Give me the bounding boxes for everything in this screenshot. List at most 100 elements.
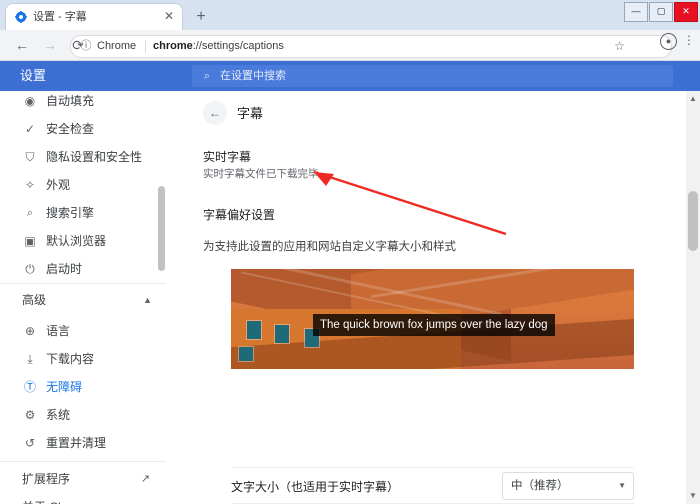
chevron-up-icon: ▲ [143, 295, 152, 305]
sidebar-item-search-engine[interactable]: ⌕ 搜索引擎 [0, 199, 166, 227]
sidebar-item-system[interactable]: ⚙ 系统 [0, 401, 166, 429]
caption-preferences-description: 为支持此设置的应用和网站自定义字幕大小和样式 [203, 241, 456, 253]
caption-preview: The quick brown fox jumps over the lazy … [231, 269, 634, 369]
sidebar-item-label: 扩展程序 [22, 472, 71, 486]
sidebar-item-about-chrome[interactable]: 关于 Chrome [0, 493, 166, 504]
sidebar-item-label: 默认浏览器 [46, 234, 107, 248]
sidebar-item-privacy-security[interactable]: ⛉ 隐私设置和安全性 [0, 143, 166, 171]
sidebar-divider [0, 461, 166, 462]
sidebar-item-appearance[interactable]: ✧ 外观 [0, 171, 166, 199]
preview-window [247, 321, 261, 339]
window-controls: — ▢ ✕ [623, 2, 698, 22]
settings-header: 设置 ⌕ 在设置中搜索 [0, 61, 700, 91]
settings-search-placeholder: 在设置中搜索 [220, 70, 286, 82]
appearance-icon: ✧ [24, 178, 36, 192]
sidebar-item-label: 搜索引擎 [46, 206, 95, 220]
sidebar-item-default-browser[interactable]: ▣ 默认浏览器 [0, 227, 166, 255]
tab-title: 设置 - 字幕 [33, 11, 87, 23]
sidebar-item-label: 启动时 [46, 262, 83, 276]
browser-window: 设置 - 字幕 ✕ + — ▢ ✕ ← → ⟳ ⓘ Chrome chrome:… [0, 0, 700, 504]
preview-window [275, 325, 289, 343]
address-bar[interactable]: ⓘ Chrome chrome://settings/captions ☆ [70, 35, 672, 58]
sidebar-item-label: 自动填充 [46, 94, 95, 108]
sidebar-item-label: 关于 Chrome [22, 499, 92, 504]
settings-sidebar: ◉ 自动填充 ✓ 安全检查 ⛉ 隐私设置和安全性 ✧ 外观 ⌕ 搜索引擎 ▣ 默… [0, 91, 167, 504]
avatar[interactable]: ● [660, 33, 677, 50]
sidebar-divider [0, 283, 166, 284]
sidebar-item-label: 语言 [46, 324, 71, 338]
sidebar-item-label: 外观 [46, 178, 71, 192]
live-caption-subtitle: 实时字幕文件已下载完毕 [203, 168, 319, 180]
sidebar-item-label: 系统 [46, 408, 71, 422]
option-row-text-size: 文字大小（也适用于实时字幕） 中（推荐） ▼ [231, 471, 634, 503]
live-caption-title: 实时字幕 [203, 150, 252, 164]
new-tab-button[interactable]: + [192, 8, 210, 26]
page-scrollbar[interactable]: ▲ ▼ [686, 91, 700, 504]
shield-check-icon: ✓ [24, 122, 36, 136]
power-icon: ⏻ [25, 262, 35, 276]
sidebar-item-label: 下载内容 [46, 352, 95, 366]
text-size-select[interactable]: 中（推荐） ▼ [502, 472, 634, 500]
sidebar-item-label: 隐私设置和安全性 [46, 150, 143, 164]
sidebar-item-label: 重置并清理 [46, 436, 107, 450]
option-label: 文字大小（也适用于实时字幕） [231, 480, 400, 494]
sidebar-scrollbar-thumb[interactable] [158, 186, 165, 271]
title-bar: 设置 - 字幕 ✕ + — ▢ ✕ [0, 0, 700, 30]
omnibox-scheme-label: Chrome [97, 40, 137, 52]
settings-search-input[interactable]: ⌕ 在设置中搜索 [192, 65, 673, 87]
accessibility-icon: Ⓣ [23, 380, 36, 394]
sidebar-item-reset-cleanup[interactable]: ↺ 重置并清理 [0, 429, 166, 457]
browser-tab[interactable]: 设置 - 字幕 ✕ [6, 4, 182, 30]
chevron-down-icon: ▼ [618, 481, 626, 490]
bookmark-star-icon[interactable]: ☆ [612, 39, 627, 54]
browser-icon: ▣ [24, 234, 36, 248]
window-close-button[interactable]: ✕ [674, 2, 698, 22]
reset-icon: ↺ [24, 436, 36, 450]
search-icon: ⌕ [26, 207, 34, 219]
sidebar-item-accessibility[interactable]: Ⓣ 无障碍 [0, 373, 166, 401]
sidebar-item-autofill[interactable]: ◉ 自动填充 [0, 91, 166, 115]
language-icon: ⊕ [24, 324, 36, 338]
sidebar-item-downloads[interactable]: ⤓ 下载内容 [0, 345, 166, 373]
sidebar-item-label: 安全检查 [46, 122, 95, 136]
external-link-icon: ↗ [140, 473, 150, 485]
sidebar-item-extensions[interactable]: 扩展程序 ↗ [0, 465, 166, 493]
scroll-up-icon[interactable]: ▲ [688, 93, 698, 105]
window-maximize-button[interactable]: ▢ [649, 2, 673, 22]
sidebar-item-label: 无障碍 [46, 380, 83, 394]
sidebar-group-label: 高级 [22, 293, 47, 307]
reload-icon[interactable]: ⟳ [70, 37, 86, 53]
preview-caption-text: The quick brown fox jumps over the lazy … [313, 314, 555, 336]
select-value: 中（推荐） [511, 480, 569, 492]
option-divider [231, 467, 634, 468]
page-scrollbar-thumb[interactable] [688, 191, 698, 251]
tab-close-icon[interactable]: ✕ [163, 10, 175, 23]
page-header: ← 字幕 [166, 91, 700, 135]
window-minimize-button[interactable]: — [624, 2, 648, 22]
download-icon: ⤓ [27, 352, 33, 366]
back-button[interactable]: ← [203, 101, 227, 125]
scroll-down-icon[interactable]: ▼ [688, 490, 698, 502]
sidebar-item-on-startup[interactable]: ⏻ 启动时 [0, 255, 166, 283]
omnibox-separator [145, 40, 146, 53]
browser-toolbar: ← → ⟳ ⓘ Chrome chrome://settings/caption… [0, 30, 700, 61]
sidebar-group-advanced[interactable]: 高级 ▲ [0, 287, 166, 313]
sidebar-item-languages[interactable]: ⊕ 语言 [0, 317, 166, 345]
sidebar-item-safety-check[interactable]: ✓ 安全检查 [0, 115, 166, 143]
gear-icon [15, 11, 27, 23]
settings-title: 设置 [20, 68, 47, 83]
omnibox-url-rest: ://settings/captions [192, 40, 284, 52]
captions-page: ← 字幕 实时字幕 实时字幕文件已下载完毕 字幕偏好设置 为支持此设置的应用和网… [166, 91, 700, 504]
page-title: 字幕 [237, 106, 264, 121]
shield-icon: ⛉ [25, 150, 35, 164]
preview-window [239, 347, 253, 361]
search-icon: ⌕ [203, 70, 211, 82]
live-caption-row: 实时字幕 实时字幕文件已下载完毕 [203, 149, 670, 189]
settings-content: ◉ 自动填充 ✓ 安全检查 ⛉ 隐私设置和安全性 ✧ 外观 ⌕ 搜索引擎 ▣ 默… [0, 91, 700, 504]
gear-icon: ⚙ [24, 408, 36, 422]
forward-icon[interactable]: → [42, 37, 58, 53]
autofill-icon: ◉ [24, 94, 36, 108]
chrome-menu-icon[interactable]: ⋮ [682, 33, 696, 48]
caption-preferences-heading: 字幕偏好设置 [203, 208, 276, 222]
back-icon[interactable]: ← [14, 37, 30, 53]
